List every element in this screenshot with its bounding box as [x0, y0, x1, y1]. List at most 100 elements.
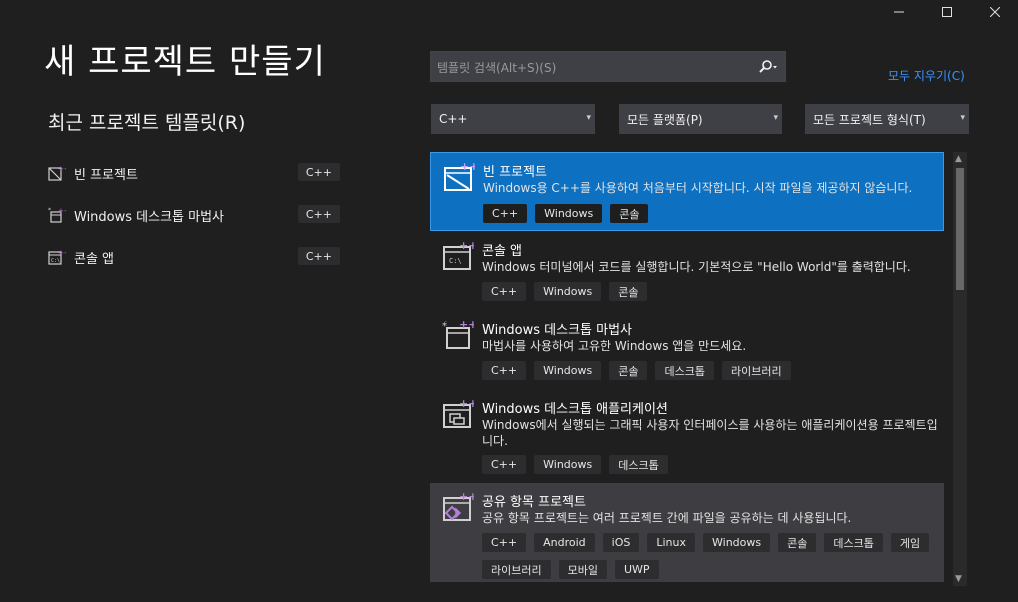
- template-card-desktop-wizard[interactable]: * · ++ Windows 데스크톱 마법사 마법사를 사용하여 고유한 Wi…: [430, 311, 944, 390]
- tag: Windows: [534, 455, 602, 474]
- svg-text:++: ++: [58, 249, 66, 257]
- tag: iOS: [602, 533, 640, 552]
- tag: 라이브러리: [482, 560, 551, 579]
- svg-text:++: ++: [459, 491, 474, 503]
- svg-text:C:\: C:\: [51, 258, 60, 264]
- shared-items-icon: ++: [443, 491, 474, 521]
- recent-item-desktop-wizard[interactable]: * ++ Windows 데스크톱 마법사 C++: [48, 204, 340, 226]
- scrollbar-thumb[interactable]: [956, 168, 964, 290]
- template-title: 빈 프로젝트: [483, 165, 547, 180]
- template-card-console-app[interactable]: C:\ ++ 콘솔 앱 Windows 터미널에서 코드를 실행합니다. 기본적…: [430, 232, 944, 311]
- maximize-icon: [942, 7, 952, 17]
- tag: 데스크톱: [655, 361, 714, 380]
- svg-text:++: ++: [460, 161, 475, 173]
- tag: Android: [534, 533, 595, 552]
- recent-item-empty-project[interactable]: ++ 빈 프로젝트 C++: [48, 162, 340, 184]
- empty-project-icon: ++: [48, 165, 66, 181]
- tag: 콘솔: [609, 282, 648, 301]
- template-title: Windows 데스크톱 마법사: [482, 323, 633, 338]
- tag: UWP: [614, 560, 659, 579]
- tag: Windows: [534, 361, 602, 380]
- tag: 콘솔: [609, 361, 648, 380]
- tag: Windows: [703, 533, 771, 552]
- svg-text:++: ++: [459, 319, 474, 331]
- template-description: Windows용 C++를 사용하여 처음부터 시작합니다. 시작 파일을 제공…: [483, 181, 913, 195]
- page-title: 새 프로젝트 만들기: [44, 42, 326, 82]
- maximize-button[interactable]: [924, 0, 970, 24]
- empty-project-icon: ++: [444, 161, 475, 191]
- project-type-filter-value: 모든 프로젝트 형식(T): [813, 112, 926, 127]
- svg-text:++: ++: [459, 398, 474, 410]
- template-card-empty-project[interactable]: ++ 빈 프로젝트 Windows용 C++를 사용하여 처음부터 시작합니다.…: [430, 152, 944, 231]
- template-card-desktop-application[interactable]: ++ Windows 데스크톱 애플리케이션 Windows에서 실행되는 그래…: [430, 390, 944, 482]
- recent-item-label: 콘솔 앱: [74, 251, 115, 267]
- tag: C++: [482, 361, 527, 380]
- scroll-down-icon[interactable]: ▼: [955, 574, 962, 584]
- language-badge: C++: [297, 163, 340, 181]
- minimize-button[interactable]: [876, 0, 922, 24]
- svg-text:C:\: C:\: [449, 257, 462, 265]
- language-badge: C++: [297, 205, 340, 223]
- close-icon: [990, 7, 1000, 17]
- recent-item-label: 빈 프로젝트: [74, 167, 138, 183]
- template-tags: C++ Windows 콘솔: [483, 204, 933, 223]
- chevron-down-icon: ▾: [960, 113, 965, 123]
- console-app-icon: C:\ ++: [443, 240, 474, 270]
- recent-item-console-app[interactable]: C:\ ++ 콘솔 앱 C++: [48, 246, 340, 268]
- svg-text:++: ++: [58, 207, 66, 215]
- tag: C++: [482, 455, 527, 474]
- tag: Linux: [647, 533, 695, 552]
- platform-filter-value: 모든 플랫폼(P): [627, 112, 703, 127]
- platform-filter-dropdown[interactable]: 모든 플랫폼(P) ▾: [619, 104, 782, 134]
- template-title: 공유 항목 프로젝트: [482, 495, 586, 510]
- recent-templates-heading: 최근 프로젝트 템플릿(R): [48, 112, 246, 134]
- template-tags: C++ Windows 데스크톱: [482, 455, 932, 474]
- console-app-icon: C:\ ++: [48, 249, 66, 265]
- tag: 데스크톱: [609, 455, 668, 474]
- project-type-filter-dropdown[interactable]: 모든 프로젝트 형식(T) ▾: [805, 104, 969, 134]
- tag: C++: [482, 533, 527, 552]
- template-tags: C++ Windows 콘솔: [482, 282, 932, 301]
- tag: 라이브러리: [721, 361, 791, 380]
- tag: 모바일: [558, 560, 607, 579]
- recent-item-label: Windows 데스크톱 마법사: [74, 209, 225, 225]
- desktop-wizard-icon: * · ++: [442, 319, 474, 349]
- minimize-icon: [894, 11, 904, 13]
- tag: C++: [482, 282, 527, 301]
- tag: Windows: [535, 204, 603, 223]
- svg-text:++: ++: [58, 165, 66, 173]
- template-description: Windows에서 실행되는 그래픽 사용자 인터페이스를 사용하는 애플리케이…: [482, 418, 938, 448]
- tag: 콘솔: [778, 533, 817, 552]
- template-tags: C++ Windows 콘솔 데스크톱 라이브러리: [482, 361, 932, 380]
- template-description: 공유 항목 프로젝트는 여러 프로젝트 간에 파일을 공유하는 데 사용됩니다.: [482, 511, 852, 525]
- tag: 게임: [890, 533, 930, 552]
- chevron-down-icon: ▾: [586, 113, 591, 123]
- svg-text:++: ++: [459, 240, 474, 252]
- template-card-shared-items[interactable]: ++ 공유 항목 프로젝트 공유 항목 프로젝트는 여러 프로젝트 간에 파일을…: [430, 483, 944, 582]
- template-description: Windows 터미널에서 코드를 실행합니다. 기본적으로 "Hello Wo…: [482, 260, 911, 274]
- language-badge: C++: [297, 247, 340, 265]
- template-description: 마법사를 사용하여 고유한 Windows 앱을 만드세요.: [482, 339, 747, 353]
- template-search-input[interactable]: 템플릿 검색(Alt+S)(S): [430, 51, 786, 82]
- template-list: ++ 빈 프로젝트 Windows용 C++를 사용하여 처음부터 시작합니다.…: [430, 150, 946, 582]
- search-placeholder: 템플릿 검색(Alt+S)(S): [437, 61, 557, 75]
- template-title: Windows 데스크톱 애플리케이션: [482, 402, 668, 417]
- tag: 데스크톱: [824, 533, 883, 552]
- tag: 콘솔: [610, 204, 649, 223]
- template-list-scrollbar[interactable]: ▲ ▼: [953, 152, 967, 586]
- language-filter-dropdown[interactable]: C++ ▾: [431, 104, 595, 134]
- chevron-down-icon: ▾: [773, 113, 778, 123]
- language-filter-value: C++: [439, 112, 468, 126]
- svg-text:·: ·: [445, 319, 447, 326]
- tag: Windows: [534, 282, 602, 301]
- desktop-application-icon: ++: [443, 398, 474, 428]
- clear-all-link[interactable]: 모두 지우기(C): [888, 67, 965, 84]
- search-icon[interactable]: [757, 58, 779, 76]
- scroll-up-icon[interactable]: ▲: [955, 154, 962, 164]
- template-tags: C++ Android iOS Linux Windows 콘솔 데스크톱 게임…: [482, 533, 932, 579]
- template-title: 콘솔 앱: [482, 244, 523, 259]
- desktop-wizard-icon: * ++: [48, 207, 66, 223]
- tag: C++: [483, 204, 528, 223]
- close-button[interactable]: [972, 0, 1018, 24]
- svg-text:*: *: [48, 207, 51, 214]
